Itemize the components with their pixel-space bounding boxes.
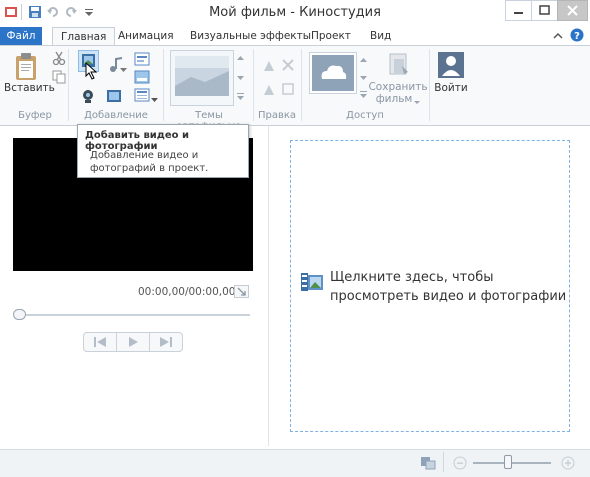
previous-frame-button[interactable] xyxy=(83,332,117,352)
group-label-share: Доступ xyxy=(346,110,384,121)
paste-label: Вставить xyxy=(4,82,55,94)
save-movie-label-line2: фильм xyxy=(375,93,413,105)
zoom-in-icon[interactable] xyxy=(561,456,575,473)
copy-icon[interactable] xyxy=(52,70,66,87)
gallery-scroll-down-icon[interactable] xyxy=(236,72,245,85)
storyboard-hint: Щелкните здесь, чтобы просмотреть видео … xyxy=(330,270,567,304)
maximize-button[interactable] xyxy=(531,0,558,21)
svg-text:?: ? xyxy=(574,31,580,42)
zoom-slider-thumb[interactable] xyxy=(504,455,512,469)
tab-home[interactable]: Главная xyxy=(52,27,116,47)
tooltip: Добавить видео и фотографии Добавление в… xyxy=(77,124,249,178)
paste-button[interactable] xyxy=(13,52,41,85)
credits-dropdown-icon[interactable] xyxy=(151,93,159,106)
save-movie-icon[interactable] xyxy=(387,52,411,81)
group-separator xyxy=(163,49,164,121)
window-title: Мой фильм - Киностудия xyxy=(209,5,381,20)
timecode: 00:00,00/00:00,00 xyxy=(138,286,236,298)
next-frame-button[interactable] xyxy=(149,332,183,352)
zoom-slider[interactable] xyxy=(473,462,551,464)
share-scroll-down-icon[interactable] xyxy=(359,72,368,85)
add-caption-icon[interactable] xyxy=(134,70,150,87)
mouse-cursor-icon xyxy=(85,61,99,83)
gallery-scroll-up-icon[interactable] xyxy=(236,52,245,65)
fullscreen-icon[interactable] xyxy=(234,285,249,298)
tab-visual-effects[interactable]: Визуальные эффекты xyxy=(182,27,319,46)
remove-icon[interactable] xyxy=(281,58,295,75)
zoom-out-icon[interactable] xyxy=(453,456,467,473)
add-credits-icon[interactable] xyxy=(134,88,150,105)
tab-animation[interactable]: Анимация xyxy=(110,27,182,46)
close-button[interactable] xyxy=(557,0,588,21)
cut-icon[interactable] xyxy=(52,51,66,68)
webcam-video-icon[interactable] xyxy=(80,88,96,107)
group-separator xyxy=(429,49,430,121)
help-icon[interactable]: ? xyxy=(570,28,584,45)
share-more-icon[interactable] xyxy=(359,90,368,103)
select-all-icon[interactable] xyxy=(281,82,295,99)
minimize-button[interactable] xyxy=(505,0,532,21)
tab-view[interactable]: Вид xyxy=(362,27,399,46)
sign-in-icon[interactable] xyxy=(437,51,465,82)
music-dropdown-icon[interactable] xyxy=(120,63,128,76)
seek-bar[interactable] xyxy=(18,314,250,316)
snapshot-icon[interactable] xyxy=(106,88,122,107)
pane-divider[interactable] xyxy=(268,126,269,446)
group-label-clipboard: Буфер xyxy=(18,110,52,121)
tooltip-description: Добавление видео и фотографий в проект. xyxy=(90,150,209,174)
sign-in-label[interactable]: Войти xyxy=(431,82,471,94)
add-title-icon[interactable] xyxy=(134,52,150,69)
share-gallery-item[interactable] xyxy=(309,52,357,94)
save-movie-label-line1: Сохранить xyxy=(368,81,428,93)
gallery-more-icon[interactable] xyxy=(236,92,245,105)
rotate-right-icon[interactable] xyxy=(261,82,277,101)
seek-thumb[interactable] xyxy=(13,309,26,320)
rotate-left-icon[interactable] xyxy=(261,58,277,77)
play-button[interactable] xyxy=(116,332,150,352)
thumbnail-size-icon[interactable] xyxy=(420,456,436,473)
add-media-icon xyxy=(300,270,324,297)
group-separator xyxy=(68,49,69,121)
theme-gallery-item[interactable] xyxy=(170,50,234,106)
save-movie-dropdown-icon[interactable] xyxy=(414,95,420,108)
status-separator xyxy=(443,452,444,472)
tab-project[interactable]: Проект xyxy=(303,27,359,46)
tab-file[interactable]: Файл xyxy=(0,27,42,46)
group-label-edit: Правка xyxy=(257,110,297,121)
share-scroll-up-icon[interactable] xyxy=(359,54,368,67)
collapse-ribbon-icon[interactable] xyxy=(552,30,564,45)
group-label-add: Добавление xyxy=(84,110,148,121)
